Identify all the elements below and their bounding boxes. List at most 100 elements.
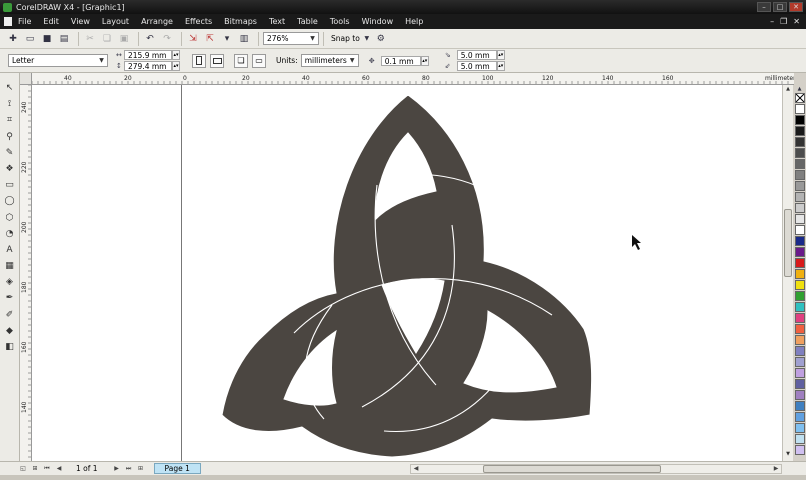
vertical-ruler[interactable]: 240 220 200 180 160 140 bbox=[20, 85, 32, 461]
color-swatch[interactable] bbox=[794, 368, 805, 378]
color-swatch[interactable] bbox=[794, 434, 805, 444]
cut-icon[interactable]: ✂ bbox=[83, 32, 97, 46]
menu-effects[interactable]: Effects bbox=[185, 17, 212, 26]
fill-tool-icon[interactable]: ◆ bbox=[3, 324, 17, 338]
duplicate-x-field[interactable]: 5.0 mm bbox=[456, 50, 497, 60]
color-swatch[interactable] bbox=[794, 390, 805, 400]
copy-icon[interactable]: ❏ bbox=[100, 32, 114, 46]
color-swatch[interactable] bbox=[794, 302, 805, 312]
rectangle-tool-icon[interactable]: ▭ bbox=[3, 178, 17, 192]
no-color-swatch[interactable] bbox=[794, 93, 805, 103]
menu-edit[interactable]: Edit bbox=[43, 17, 59, 26]
menu-bitmaps[interactable]: Bitmaps bbox=[224, 17, 257, 26]
basic-shapes-tool-icon[interactable]: ◔ bbox=[3, 227, 17, 241]
ellipse-tool-icon[interactable]: ◯ bbox=[3, 194, 17, 208]
zoom-level-combo[interactable]: 276% ▼ bbox=[263, 32, 319, 45]
horizontal-scrollbar[interactable]: ◀ ▶ bbox=[410, 464, 782, 474]
outline-tool-icon[interactable]: ✐ bbox=[3, 308, 17, 322]
text-tool-icon[interactable]: A bbox=[3, 243, 17, 257]
menu-view[interactable]: View bbox=[71, 17, 90, 26]
paper-height-field[interactable]: 279.4 mm bbox=[124, 61, 172, 71]
smart-fill-tool-icon[interactable]: ❖ bbox=[3, 162, 17, 176]
doc-close-button[interactable]: ✕ bbox=[793, 17, 800, 26]
open-folder-icon[interactable]: ▭ bbox=[23, 32, 37, 46]
table-tool-icon[interactable]: ▦ bbox=[3, 259, 17, 273]
color-swatch[interactable] bbox=[794, 357, 805, 367]
menu-layout[interactable]: Layout bbox=[102, 17, 129, 26]
shape-tool-icon[interactable]: ⟟ bbox=[3, 97, 17, 111]
color-swatch[interactable] bbox=[794, 445, 805, 455]
color-swatch[interactable] bbox=[794, 313, 805, 323]
width-spinner[interactable]: ▴▾ bbox=[172, 50, 180, 60]
add-page-icon[interactable]: ⊞ bbox=[30, 464, 40, 474]
welcome-screen-icon[interactable]: ▥ bbox=[237, 32, 251, 46]
first-page-button[interactable]: ⏮ bbox=[42, 464, 52, 474]
menu-text[interactable]: Text bbox=[269, 17, 285, 26]
zoom-tool-icon[interactable]: ⚲ bbox=[3, 130, 17, 144]
next-page-button[interactable]: ▶ bbox=[112, 464, 122, 474]
options-icon[interactable]: ⚙ bbox=[374, 32, 388, 46]
crop-tool-icon[interactable]: ⌗ bbox=[3, 113, 17, 127]
color-swatch[interactable] bbox=[794, 379, 805, 389]
color-swatch[interactable] bbox=[794, 346, 805, 356]
page-tab-page-1[interactable]: Page 1 bbox=[153, 463, 201, 474]
duplicate-x-spinner[interactable]: ▴▾ bbox=[496, 50, 505, 60]
close-button[interactable]: ✕ bbox=[789, 2, 803, 12]
previous-page-button[interactable]: ◀ bbox=[54, 464, 64, 474]
maximize-button[interactable]: □ bbox=[773, 2, 787, 12]
all-pages-button[interactable]: ❏ bbox=[234, 53, 248, 68]
snap-to-dropdown[interactable]: Snap to bbox=[331, 34, 360, 43]
document-navigator-icon[interactable]: ◱ bbox=[18, 464, 28, 474]
paper-width-field[interactable]: 215.9 mm bbox=[124, 50, 172, 60]
menu-window[interactable]: Window bbox=[362, 17, 394, 26]
minimize-button[interactable]: – bbox=[757, 2, 771, 12]
color-swatch[interactable] bbox=[794, 335, 805, 345]
color-swatch[interactable] bbox=[794, 280, 805, 290]
color-swatch[interactable] bbox=[794, 126, 805, 136]
vertical-scroll-thumb[interactable] bbox=[784, 209, 792, 277]
units-combo[interactable]: millimeters ▼ bbox=[300, 54, 359, 67]
pick-tool-icon[interactable]: ↖ bbox=[3, 81, 17, 95]
undo-icon[interactable]: ↶ bbox=[143, 32, 157, 46]
color-swatch[interactable] bbox=[794, 412, 805, 422]
color-swatch[interactable] bbox=[794, 192, 805, 202]
last-page-button[interactable]: ⏭ bbox=[124, 464, 134, 474]
horizontal-scroll-thumb[interactable] bbox=[483, 465, 661, 473]
color-swatch[interactable] bbox=[794, 181, 805, 191]
application-launcher-icon[interactable]: ▾ bbox=[220, 32, 234, 46]
scroll-right-button[interactable]: ▶ bbox=[771, 464, 781, 474]
menu-table[interactable]: Table bbox=[297, 17, 318, 26]
redo-icon[interactable]: ↷ bbox=[160, 32, 174, 46]
scroll-down-button[interactable]: ▼ bbox=[784, 451, 792, 460]
color-swatch[interactable] bbox=[794, 423, 805, 433]
landscape-button[interactable] bbox=[210, 53, 224, 68]
freehand-tool-icon[interactable]: ✎ bbox=[3, 146, 17, 160]
triquetra-celtic-knot[interactable] bbox=[221, 94, 593, 458]
color-swatch[interactable] bbox=[794, 170, 805, 180]
menu-help[interactable]: Help bbox=[405, 17, 423, 26]
menu-file[interactable]: File bbox=[18, 17, 31, 26]
ruler-origin[interactable] bbox=[20, 73, 32, 85]
new-document-icon[interactable]: ✚ bbox=[6, 32, 20, 46]
color-swatch[interactable] bbox=[794, 258, 805, 268]
color-swatch[interactable] bbox=[794, 148, 805, 158]
document-icon[interactable] bbox=[4, 17, 12, 26]
doc-minimize-button[interactable]: – bbox=[770, 17, 774, 26]
color-swatch[interactable] bbox=[794, 214, 805, 224]
duplicate-y-field[interactable]: 5.0 mm bbox=[456, 61, 497, 71]
duplicate-y-spinner[interactable]: ▴▾ bbox=[496, 61, 505, 71]
eyedropper-tool-icon[interactable]: ✒ bbox=[3, 291, 17, 305]
interactive-blend-tool-icon[interactable]: ◈ bbox=[3, 275, 17, 289]
add-page-after-icon[interactable]: ⊞ bbox=[136, 464, 146, 474]
paper-type-combo[interactable]: Letter ▼ bbox=[8, 54, 108, 67]
color-swatch[interactable] bbox=[794, 159, 805, 169]
import-icon[interactable]: ⇲ bbox=[186, 32, 200, 46]
color-swatch[interactable] bbox=[794, 236, 805, 246]
color-swatch[interactable] bbox=[794, 137, 805, 147]
height-spinner[interactable]: ▴▾ bbox=[172, 61, 180, 71]
doc-restore-button[interactable]: ❐ bbox=[780, 17, 787, 26]
menu-tools[interactable]: Tools bbox=[330, 17, 350, 26]
color-swatch[interactable] bbox=[794, 269, 805, 279]
scroll-left-button[interactable]: ◀ bbox=[411, 464, 421, 474]
color-swatch[interactable] bbox=[794, 104, 805, 114]
